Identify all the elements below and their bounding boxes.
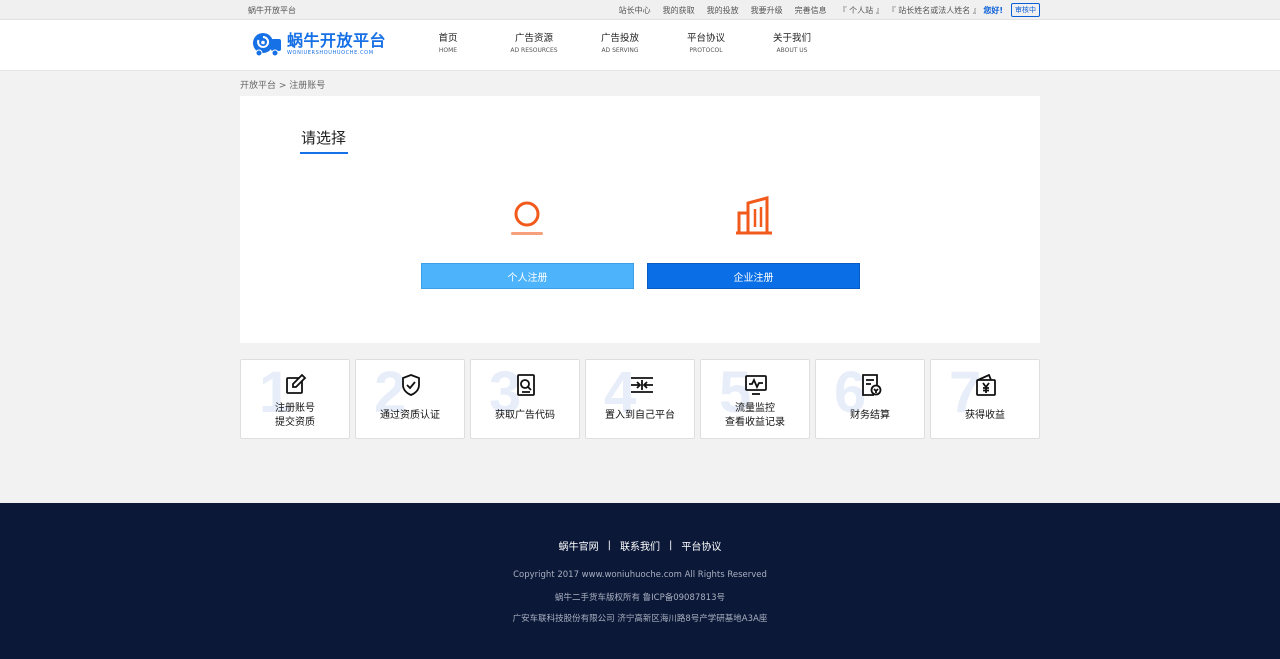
site-footer: 蜗牛官网 | 联系我们 | 平台协议 Copyright 2017 www.wo… (0, 503, 1280, 659)
nav-sublabel: PROTOCOL (689, 47, 723, 54)
nav-sublabel: AD RESOURCES (510, 47, 558, 54)
step-card: 4 置入到自己平台 (585, 359, 695, 439)
person-icon (510, 200, 544, 240)
footer-icp: 蜗牛二手货车版权所有 鲁ICP备09087813号 (554, 593, 726, 603)
account-type: 『 个人站 』 (838, 5, 884, 15)
personal-register-button[interactable]: 个人注册 (421, 263, 634, 289)
footer-links: 蜗牛官网 | 联系我们 | 平台协议 (0, 538, 1280, 553)
nav-sublabel: AD SERVING (601, 47, 639, 54)
step-label: 获得收益 (965, 410, 1005, 421)
company-register-button[interactable]: 企业注册 (647, 263, 860, 289)
building-icon (734, 195, 774, 239)
process-steps: 1 注册账号 提交资质 2 通过资质认证 3 获取广告代码 4 置入到自己平台 … (240, 359, 1040, 439)
invoice-icon (860, 374, 882, 396)
account-name: 『 站长姓名或法人姓名 』 您好! (888, 5, 1003, 16)
step-card: 2 通过资质认证 (355, 359, 465, 439)
nav-item-ad-serving[interactable]: 广告投放 AD SERVING (577, 32, 663, 56)
monitor-chart-icon (745, 374, 767, 396)
footer-address: 广安车联科技股份有限公司 济宁高新区海川路8号产学研基地A3A座 (512, 614, 768, 624)
site-header: 蜗牛开放平台 WONIUERSHOUHUOCHE.COM 首页 HOME 广告资… (0, 20, 1280, 71)
topbar-link-upgrade[interactable]: 我要升级 (751, 5, 783, 16)
page-title: 请选择 (301, 129, 347, 147)
logo[interactable]: 蜗牛开放平台 WONIUERSHOUHUOCHE.COM (252, 31, 386, 57)
logo-title: 蜗牛开放平台 (287, 30, 387, 50)
merge-arrows-icon (630, 374, 653, 396)
register-type-card: 请选择 个人注册 企业注册 (240, 96, 1040, 343)
nav-label: 关于我们 (772, 33, 811, 44)
title-underline (300, 152, 348, 154)
review-status-badge: 审核中 (1011, 3, 1040, 17)
step-card: 3 获取广告代码 (470, 359, 580, 439)
footer-separator: | (669, 540, 673, 551)
footer-link-protocol[interactable]: 平台协议 (681, 538, 721, 553)
topbar-link-complete-info[interactable]: 完善信息 (795, 5, 827, 16)
nav-sublabel: HOME (438, 47, 458, 54)
footer-link-official-site[interactable]: 蜗牛官网 (559, 538, 599, 553)
step-card: 7 获得收益 (930, 359, 1040, 439)
step-label: 流量监控 查看收益记录 (725, 403, 785, 428)
step-label: 置入到自己平台 (605, 410, 675, 421)
wallet-yen-icon (975, 373, 997, 396)
step-card: 6 财务结算 (815, 359, 925, 439)
document-search-icon (515, 374, 537, 396)
step-card: 1 注册账号 提交资质 (240, 359, 350, 439)
nav-item-ad-resources[interactable]: 广告资源 AD RESOURCES (491, 32, 577, 56)
edit-icon (285, 373, 307, 396)
top-utility-bar: 蜗牛开放平台 站长中心 我的获取 我的投放 我要升级 完善信息 『 个人站 』 … (0, 0, 1280, 20)
logo-subtitle: WONIUERSHOUHUOCHE.COM (287, 49, 374, 56)
topbar-link-my-acquisitions[interactable]: 我的获取 (663, 5, 695, 16)
nav-item-home[interactable]: 首页 HOME (405, 32, 491, 56)
greeting: 您好! (983, 5, 1003, 15)
topbar-links: 站长中心 我的获取 我的投放 我要升级 完善信息 『 个人站 』 『 站长姓名或… (619, 3, 1040, 17)
step-card: 5 流量监控 查看收益记录 (700, 359, 810, 439)
topbar-link-my-placements[interactable]: 我的投放 (707, 5, 739, 16)
nav-item-about-us[interactable]: 关于我们 ABOUT US (749, 32, 835, 56)
site-name: 蜗牛开放平台 (248, 6, 296, 15)
nav-label: 首页 (438, 33, 458, 44)
snail-truck-logo-icon (252, 31, 282, 57)
step-label: 通过资质认证 (380, 410, 440, 421)
step-label: 注册账号 提交资质 (275, 403, 315, 428)
nav-sublabel: ABOUT US (776, 47, 808, 54)
shield-check-icon (400, 374, 422, 396)
footer-separator: | (607, 540, 611, 551)
main-nav: 首页 HOME 广告资源 AD RESOURCES 广告投放 AD SERVIN… (405, 32, 835, 56)
footer-copyright: Copyright 2017 www.woniuhuoche.com All R… (513, 570, 767, 580)
nav-item-protocol[interactable]: 平台协议 PROTOCOL (663, 32, 749, 56)
account-name-text: 『 站长姓名或法人姓名 』 (887, 5, 981, 15)
step-label: 财务结算 (850, 410, 890, 421)
topbar-link-webmaster-center[interactable]: 站长中心 (619, 5, 651, 16)
logo-text: 蜗牛开放平台 WONIUERSHOUHUOCHE.COM (287, 30, 387, 57)
nav-label: 广告投放 (600, 33, 639, 44)
nav-label: 广告资源 (514, 33, 553, 44)
step-label: 获取广告代码 (495, 410, 555, 421)
breadcrumb: 开放平台 > 注册账号 (240, 81, 326, 91)
footer-link-contact-us[interactable]: 联系我们 (620, 538, 660, 553)
nav-label: 平台协议 (686, 33, 725, 44)
